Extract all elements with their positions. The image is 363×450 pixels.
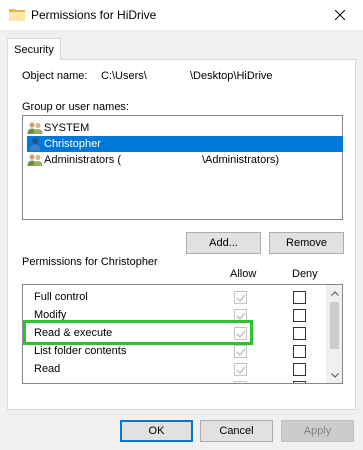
apply-button-label: Apply [303,425,332,437]
deny-header: Deny [292,268,318,280]
deny-checkbox[interactable] [293,327,306,340]
permission-row-modify: Modify [23,307,328,325]
deny-checkbox[interactable] [293,309,306,322]
permission-row-partial [23,379,328,383]
remove-button[interactable]: Remove [269,232,344,254]
group-item-label: Administrators ( [44,154,122,166]
users-group-icon [27,122,43,134]
check-icon [236,330,246,339]
close-icon [335,10,345,20]
chevron-down-icon [331,372,339,378]
group-item-label: Christopher [44,138,101,150]
add-button-label: Add... [209,237,238,249]
permission-row-full-control: Full control [23,289,328,307]
deny-checkbox[interactable] [293,291,306,304]
tab-security-label: Security [14,43,54,56]
allow-header: Allow [230,268,257,280]
check-icon [236,348,246,357]
chevron-up-icon [331,290,339,296]
group-item-christopher[interactable]: Christopher [27,136,343,152]
cancel-button-label: Cancel [219,425,254,437]
allow-checkbox[interactable] [234,291,247,304]
allow-checkbox[interactable] [234,345,247,358]
object-path-prefix: C:\Users\ [101,70,147,82]
permission-row-read: Read [23,361,328,379]
remove-button-label: Remove [286,237,327,249]
object-name-label: Object name: [22,70,88,82]
allow-checkbox[interactable] [234,363,247,376]
deny-checkbox[interactable] [293,345,306,358]
permission-name: Full control [34,291,88,303]
permission-name: Read & execute [34,327,113,339]
permission-name: List folder contents [34,345,127,357]
permission-name: Modify [34,309,67,321]
permission-name: Read [34,363,61,375]
ok-button-label: OK [148,425,165,437]
add-button[interactable]: Add... [186,232,261,254]
permissions-list[interactable]: Full control Modify Read & execute List … [22,284,343,384]
permission-row-list-folder-contents: List folder contents [23,343,328,361]
users-group-icon [27,154,43,166]
allow-checkbox[interactable] [234,309,247,322]
object-path-suffix: \Desktop\HiDrive [190,70,273,82]
cancel-button[interactable]: Cancel [200,420,273,442]
ok-button[interactable]: OK [120,420,193,442]
allow-checkbox[interactable] [234,327,247,340]
group-item-suffix: \Administrators) [202,154,280,166]
close-button[interactable] [317,0,363,30]
window-title: Permissions for HiDrive [31,8,157,22]
folder-icon [9,9,25,21]
deny-checkbox[interactable] [293,381,306,383]
group-item-system[interactable]: SYSTEM [27,120,343,136]
tab-security[interactable]: Security [7,38,61,60]
check-icon [236,366,246,375]
scroll-up-button[interactable] [327,285,342,301]
group-item-administrators[interactable]: Administrators ( \Administrators) [27,152,343,168]
title-bar: Permissions for HiDrive [0,0,363,30]
apply-button[interactable]: Apply [281,420,354,442]
group-names-label: Group or user names: [22,101,129,113]
group-item-label: SYSTEM [44,122,90,134]
check-icon [236,312,246,321]
permission-row-read-execute: Read & execute [23,325,328,343]
group-user-list[interactable]: SYSTEM Christopher Administrators ( \Adm… [22,115,343,220]
allow-checkbox[interactable] [234,381,247,383]
user-icon [29,138,41,151]
scroll-down-button[interactable] [327,367,342,383]
permissions-label: Permissions for Christopher [22,256,158,268]
scroll-thumb[interactable] [330,302,339,349]
check-icon [236,294,246,303]
deny-checkbox[interactable] [293,363,306,376]
permissions-scrollbar[interactable] [326,285,342,383]
